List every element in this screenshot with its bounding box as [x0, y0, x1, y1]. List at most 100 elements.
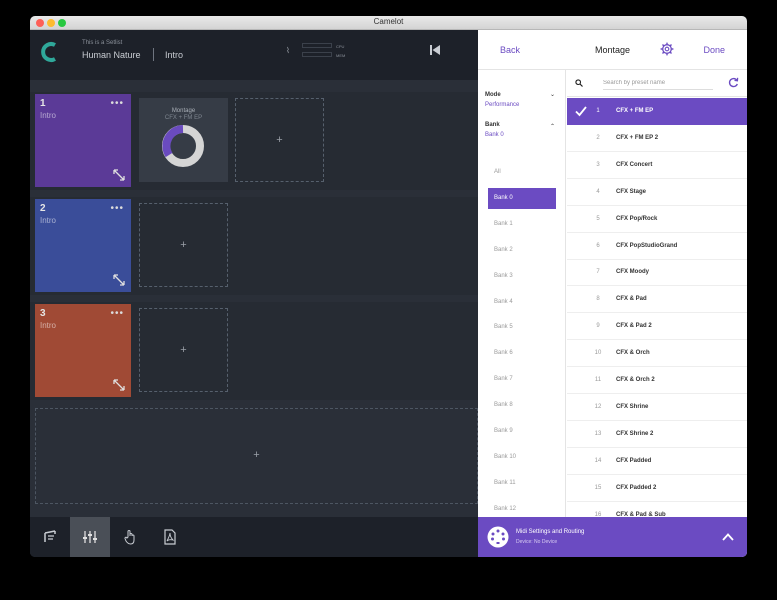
- preset-row[interactable]: 9 CFX & Pad 2: [567, 313, 747, 341]
- cpu-label: CPU: [336, 44, 345, 49]
- preset-name: CFX & Pad: [616, 296, 647, 303]
- preset-number: 13: [594, 430, 602, 437]
- done-button[interactable]: Done: [703, 45, 725, 55]
- bank-item[interactable]: Bank 12: [488, 499, 556, 517]
- bank-item[interactable]: Bank 3: [488, 266, 556, 287]
- preset-number: 11: [594, 377, 602, 383]
- more-options-icon[interactable]: •••: [110, 308, 124, 319]
- performance-meter: ⌇ CPU MEM: [286, 40, 350, 62]
- bank-item[interactable]: Bank 4: [488, 292, 556, 313]
- skip-back-icon[interactable]: [429, 44, 441, 56]
- bank-item[interactable]: Bank 11: [488, 473, 556, 494]
- cpu-meter-bar: [302, 43, 332, 48]
- song-card[interactable]: 3 Intro •••: [35, 304, 131, 397]
- preset-name: CFX & Orch: [616, 350, 650, 357]
- expand-icon[interactable]: [113, 274, 125, 286]
- tile-title: Montage: [171, 108, 196, 114]
- title-bar: Camelot: [30, 16, 747, 30]
- setlist-caption: This is a Setlist: [82, 40, 123, 46]
- window-title: Camelot: [373, 17, 404, 26]
- bank-item[interactable]: Bank 0: [488, 187, 556, 209]
- preset-name: CFX Padded: [616, 457, 652, 464]
- expand-icon[interactable]: [113, 379, 125, 391]
- pdf-tab[interactable]: [150, 517, 190, 557]
- preset-row[interactable]: 12 CFX Shrine: [567, 394, 747, 421]
- bank-item[interactable]: Bank 5: [488, 317, 556, 338]
- song-part-label: Intro: [40, 321, 57, 330]
- song-number: 1: [40, 98, 46, 109]
- midi-settings-bar[interactable]: Midi Settings and Routing Device: No Dev…: [478, 517, 747, 557]
- preset-number: 7: [596, 269, 600, 276]
- preset-row[interactable]: 16 CFX & Pad & Sub: [567, 502, 747, 518]
- bank-filter-column: Mode ⌄ Performance Bank ⌃ Bank 0 All Bank…: [478, 70, 566, 517]
- mode-filter-label[interactable]: Mode: [485, 92, 501, 98]
- gear-icon[interactable]: [660, 42, 674, 56]
- preset-row[interactable]: 13 CFX Shrine 2: [567, 421, 747, 448]
- preset-row[interactable]: 7 CFX Moody: [567, 259, 747, 287]
- preset-search-input[interactable]: [603, 77, 713, 90]
- touch-tab[interactable]: [110, 517, 150, 557]
- bank-item[interactable]: Bank 6: [488, 343, 556, 364]
- bank-item[interactable]: Bank 1: [488, 214, 556, 235]
- preset-row[interactable]: 5 CFX Pop/Rock: [567, 206, 747, 233]
- preset-row[interactable]: 1 CFX + FM EP: [567, 98, 747, 125]
- preset-name: CFX Padded 2: [616, 484, 657, 491]
- bank-filter-value: Bank 0: [485, 132, 504, 138]
- mem-label: MEM: [336, 53, 346, 58]
- song-card[interactable]: 1 Intro •••: [35, 94, 131, 187]
- mode-filter-value: Performance: [485, 102, 520, 108]
- song-row: 2 Intro ••• +: [30, 197, 478, 295]
- preset-number: 15: [594, 484, 602, 491]
- preset-name: CFX Moody: [616, 269, 649, 276]
- current-song-name[interactable]: Intro: [165, 50, 183, 60]
- preset-row[interactable]: 6 CFX PopStudioGrand: [567, 233, 747, 260]
- more-options-icon[interactable]: •••: [110, 203, 124, 214]
- panel-header: Back Montage Done: [478, 30, 747, 70]
- preset-name: CFX PopStudioGrand: [616, 242, 678, 249]
- checkmark-icon: [575, 106, 587, 117]
- bank-item[interactable]: Bank 8: [488, 395, 556, 416]
- bank-item[interactable]: All: [488, 162, 556, 183]
- bank-item[interactable]: Bank 7: [488, 369, 556, 390]
- hand-pointer-icon: [124, 530, 135, 545]
- montage-device-icon: [162, 125, 204, 167]
- plus-icon: +: [253, 449, 260, 461]
- preset-number: 2: [596, 134, 600, 141]
- preset-name: CFX Shrine: [616, 403, 649, 410]
- preset-row[interactable]: 15 CFX Padded 2: [567, 475, 747, 502]
- song-number: 3: [40, 308, 46, 319]
- mixer-tab[interactable]: [70, 517, 110, 557]
- add-device-button[interactable]: +: [235, 98, 324, 182]
- preset-row[interactable]: 10 CFX & Orch: [567, 340, 747, 368]
- preset-row[interactable]: 4 CFX Stage: [567, 179, 747, 206]
- camelot-logo-icon[interactable]: [40, 41, 60, 63]
- preset-name: CFX & Orch 2: [616, 377, 655, 383]
- chevron-up-icon[interactable]: [721, 530, 735, 544]
- setlist-name[interactable]: Human Nature: [82, 50, 141, 60]
- more-options-icon[interactable]: •••: [110, 98, 124, 109]
- preset-number: 14: [594, 457, 602, 464]
- song-number: 2: [40, 203, 46, 214]
- montage-device-tile[interactable]: Montage CFX + FM EP: [139, 98, 228, 182]
- add-device-button[interactable]: +: [139, 308, 228, 392]
- expand-icon[interactable]: [113, 169, 125, 181]
- music-notes-tab[interactable]: [30, 517, 70, 557]
- bank-item[interactable]: Bank 2: [488, 240, 556, 261]
- preset-row[interactable]: 2 CFX + FM EP 2: [567, 125, 747, 152]
- preset-row[interactable]: 14 CFX Padded: [567, 448, 747, 475]
- refresh-icon[interactable]: [728, 77, 739, 88]
- mem-meter-bar: [302, 52, 332, 57]
- bank-item[interactable]: Bank 10: [488, 447, 556, 468]
- plus-icon: +: [276, 134, 283, 146]
- preset-row[interactable]: 8 CFX & Pad: [567, 286, 747, 314]
- chevron-down-icon[interactable]: ⌄: [550, 91, 555, 98]
- preset-name: CFX Stage: [616, 188, 647, 195]
- add-song-button[interactable]: +: [35, 408, 478, 504]
- bank-filter-label[interactable]: Bank: [485, 122, 500, 128]
- add-device-button[interactable]: +: [139, 203, 228, 287]
- preset-row[interactable]: 11 CFX & Orch 2: [567, 367, 747, 394]
- preset-row[interactable]: 3 CFX Concert: [567, 152, 747, 179]
- bank-item[interactable]: Bank 9: [488, 421, 556, 442]
- chevron-up-icon[interactable]: ⌃: [550, 123, 555, 130]
- song-card[interactable]: 2 Intro •••: [35, 199, 131, 292]
